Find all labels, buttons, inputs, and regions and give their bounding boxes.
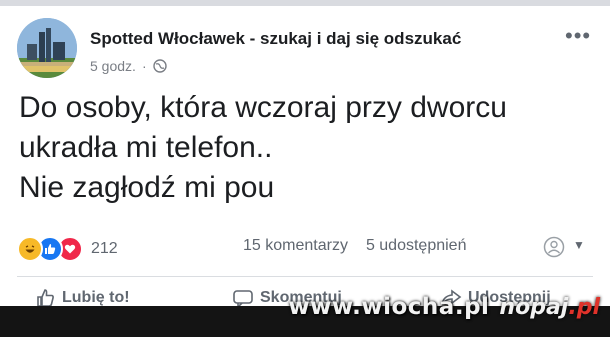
watermark-url: www.wiocha.pl <box>288 294 490 320</box>
post-meta: 5 godz. · <box>90 58 167 74</box>
post-text-line: Nie zagłodź mi pou <box>19 171 275 204</box>
watermark-logo-tld: .pl <box>568 295 600 320</box>
meta-separator: · <box>141 58 147 74</box>
haha-reaction-icon <box>17 236 43 262</box>
globe-icon <box>152 59 167 73</box>
reaction-count[interactable]: 212 <box>91 240 118 258</box>
comment-icon <box>233 290 253 308</box>
post-time[interactable]: 5 godz. <box>90 58 136 74</box>
reactions-summary[interactable]: 212 <box>17 236 118 262</box>
post-text: Do osoby, która wczoraj przy dworcu ukra… <box>19 88 599 208</box>
post-text-line: Do osoby, która wczoraj przy dworcu <box>19 91 507 124</box>
more-options-button[interactable]: ••• <box>565 25 591 47</box>
thumbs-up-icon <box>37 289 54 307</box>
watermark: www.wiocha.pl nopaj.pl <box>288 294 600 320</box>
viewer-avatar-icon[interactable] <box>543 235 569 259</box>
watermark-logo: nopaj.pl <box>499 295 600 320</box>
divider <box>17 276 593 277</box>
comments-count-link[interactable]: 15 komentarzy <box>243 237 348 255</box>
like-button-label: Lubię to! <box>62 289 130 306</box>
page-name-link[interactable]: Spotted Włocławek - szukaj i daj się ods… <box>90 29 461 49</box>
watermark-logo-main: nopaj <box>499 295 569 320</box>
like-button[interactable]: Lubię to! <box>36 288 130 308</box>
page-avatar[interactable] <box>17 18 77 78</box>
engagement-stats: 15 komentarzy 5 udostępnień <box>243 237 466 255</box>
shares-count-link[interactable]: 5 udostępnień <box>366 237 467 255</box>
post-text-line: ukradła mi telefon.. <box>19 131 273 164</box>
top-strip <box>0 0 610 6</box>
chevron-down-icon[interactable]: ▼ <box>573 238 585 252</box>
